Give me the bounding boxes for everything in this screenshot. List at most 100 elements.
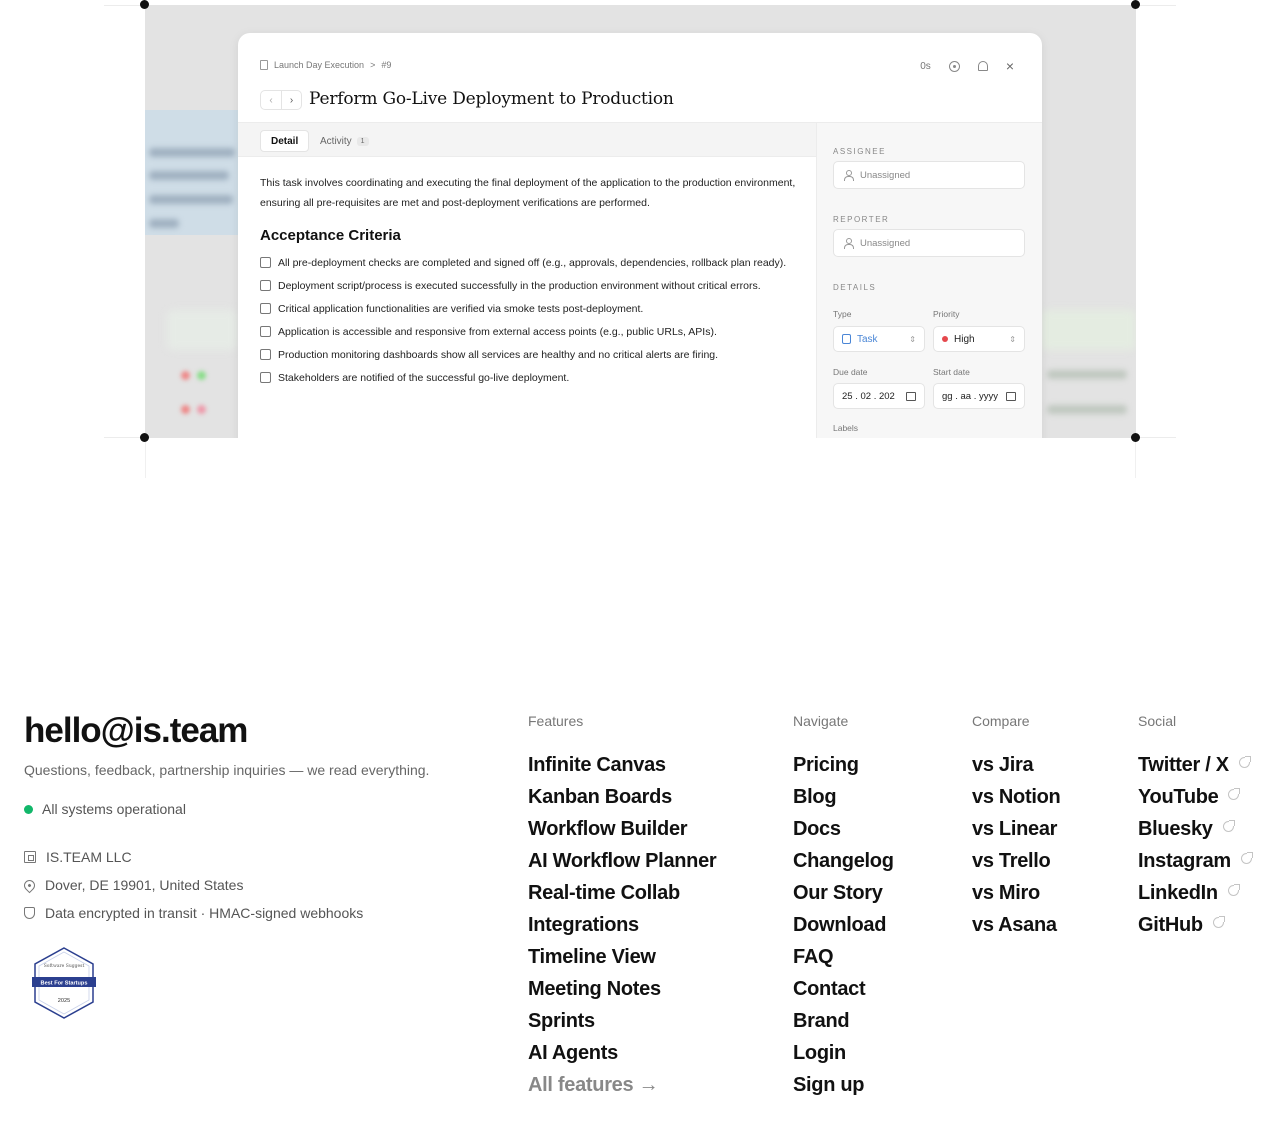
criteria-item: Critical application functionalities are… — [260, 299, 800, 319]
calendar-icon[interactable] — [1006, 391, 1016, 401]
checkbox[interactable] — [260, 349, 271, 360]
footer-link-meeting-notes[interactable]: Meeting Notes — [528, 977, 716, 1009]
footer-link-login[interactable]: Login — [793, 1041, 894, 1073]
acceptance-criteria-list: All pre-deployment checks are completed … — [260, 253, 800, 391]
system-status[interactable]: All systems operational — [24, 801, 186, 817]
footer-link-vs-trello[interactable]: vs Trello — [972, 849, 1060, 881]
footer-link-vs-jira[interactable]: vs Jira — [972, 753, 1060, 785]
footer-link-vs-miro[interactable]: vs Miro — [972, 881, 1060, 913]
footer-link-pricing[interactable]: Pricing — [793, 753, 894, 785]
footer-link-bluesky[interactable]: Bluesky — [1138, 817, 1252, 849]
footer-link-kanban-boards[interactable]: Kanban Boards — [528, 785, 716, 817]
priority-select[interactable]: High ⇕ — [933, 326, 1025, 352]
footer-link-workflow-builder[interactable]: Workflow Builder — [528, 817, 716, 849]
footer-link-youtube[interactable]: YouTube — [1138, 785, 1252, 817]
external-link-icon — [1228, 788, 1241, 800]
footer-link-blog[interactable]: Blog — [793, 785, 894, 817]
next-task-button[interactable]: › — [281, 91, 301, 109]
breadcrumb-task-id: #9 — [381, 60, 392, 70]
shield-icon — [24, 907, 35, 919]
footer-link-brand[interactable]: Brand — [793, 1009, 894, 1041]
watch-icon[interactable] — [948, 60, 960, 72]
due-date-label: Due date — [833, 367, 868, 377]
reporter-select[interactable]: Unassigned — [833, 229, 1025, 257]
resize-handle[interactable] — [140, 433, 149, 442]
resize-handle[interactable] — [140, 0, 149, 9]
tab-activity[interactable]: Activity 1 — [310, 130, 379, 152]
due-date-input[interactable]: 25 . 02 . 202 — [833, 383, 925, 409]
type-select[interactable]: Task ⇕ — [833, 326, 925, 352]
footer-link-sprints[interactable]: Sprints — [528, 1009, 716, 1041]
activity-count-badge: 1 — [356, 136, 369, 146]
footer-link-timeline-view[interactable]: Timeline View — [528, 945, 716, 977]
criteria-item: All pre-deployment checks are completed … — [260, 253, 800, 273]
location-pin-icon — [21, 877, 38, 893]
criteria-item: Stakeholders are notified of the success… — [260, 368, 800, 388]
reporter-heading: REPORTER — [833, 215, 890, 224]
user-icon — [844, 170, 854, 181]
footer-column-features: Features Infinite Canvas Kanban Boards W… — [528, 713, 717, 1105]
column-heading-social: Social — [1138, 713, 1177, 729]
timer-label[interactable]: 0s — [920, 61, 931, 72]
checkbox[interactable] — [260, 257, 271, 268]
footer-link-contact[interactable]: Contact — [793, 977, 894, 1009]
footer-link-sign-up[interactable]: Sign up — [793, 1073, 894, 1105]
tab-detail[interactable]: Detail — [260, 130, 310, 152]
footer-link-vs-asana[interactable]: vs Asana — [972, 913, 1060, 945]
calendar-icon[interactable] — [906, 391, 916, 401]
contact-email-link[interactable]: hello@is.team — [24, 711, 248, 751]
footer-link-changelog[interactable]: Changelog — [793, 849, 894, 881]
priority-dot-icon — [942, 336, 948, 342]
checkbox[interactable] — [260, 280, 271, 291]
task-content: Detail Activity 1 This task involves coo… — [238, 123, 816, 438]
start-date-input[interactable]: gg . aa . yyyy — [933, 383, 1025, 409]
resize-handle[interactable] — [1131, 0, 1140, 9]
badge-year: 2025 — [58, 998, 70, 1004]
tab-bar: Detail Activity 1 — [238, 123, 816, 157]
footer-link-vs-linear[interactable]: vs Linear — [972, 817, 1060, 849]
resize-handle[interactable] — [1131, 433, 1140, 442]
footer-link-real-time-collab[interactable]: Real-time Collab — [528, 881, 716, 913]
footer-link-our-story[interactable]: Our Story — [793, 881, 894, 913]
footer-link-docs[interactable]: Docs — [793, 817, 894, 849]
company-address: Dover, DE 19901, United States — [21, 877, 243, 893]
footer-link-vs-notion[interactable]: vs Notion — [972, 785, 1061, 817]
footer-column-navigate: Navigate Pricing Blog Docs Changelog Our… — [793, 713, 894, 1105]
footer-link-all-features[interactable]: All features → — [528, 1073, 716, 1105]
updown-icon: ⇕ — [1009, 334, 1016, 344]
company-name: IS.TEAM LLC — [24, 849, 132, 865]
checkbox[interactable] — [260, 372, 271, 383]
bell-icon[interactable] — [977, 61, 988, 71]
task-detail-modal: Launch Day Execution > #9 0s × ‹ › Perfo… — [238, 33, 1042, 438]
previous-task-button[interactable]: ‹ — [261, 91, 281, 109]
footer-link-ai-workflow-planner[interactable]: AI Workflow Planner — [528, 849, 717, 881]
external-link-icon — [1227, 884, 1240, 896]
footer-link-infinite-canvas[interactable]: Infinite Canvas — [528, 753, 716, 785]
checkbox[interactable] — [260, 303, 271, 314]
building-icon — [24, 851, 36, 863]
checkbox[interactable] — [260, 326, 271, 337]
assignee-select[interactable]: Unassigned — [833, 161, 1025, 189]
breadcrumb-project[interactable]: Launch Day Execution — [274, 60, 364, 70]
footer-link-instagram[interactable]: Instagram — [1138, 849, 1253, 881]
footer-link-download[interactable]: Download — [793, 913, 894, 945]
criteria-item: Deployment script/process is executed su… — [260, 276, 800, 296]
blurred-background-right — [1041, 5, 1136, 438]
column-heading-compare: Compare — [972, 713, 1030, 729]
task-navigation: ‹ › — [260, 90, 302, 110]
footer-link-linkedin[interactable]: LinkedIn — [1138, 881, 1252, 913]
breadcrumb-separator: > — [370, 60, 376, 70]
close-icon[interactable]: × — [1006, 58, 1014, 74]
footer-link-twitter[interactable]: Twitter / X — [1138, 753, 1252, 785]
footer-link-faq[interactable]: FAQ — [793, 945, 894, 977]
column-heading-navigate: Navigate — [793, 713, 849, 729]
footer-column-compare: Compare vs Jira vs Notion vs Linear vs T… — [972, 713, 1061, 945]
acceptance-criteria-heading: Acceptance Criteria — [260, 227, 401, 244]
best-for-startups-badge[interactable]: Software Suggest Best For Startups 2025 — [32, 946, 96, 1020]
modal-header: Launch Day Execution > #9 0s × ‹ › Perfo… — [238, 33, 1042, 123]
footer-link-ai-agents[interactable]: AI Agents — [528, 1041, 716, 1073]
footer-link-github[interactable]: GitHub — [1138, 913, 1252, 945]
footer-link-integrations[interactable]: Integrations — [528, 913, 716, 945]
external-link-icon — [1212, 916, 1225, 928]
priority-label: Priority — [933, 309, 960, 319]
